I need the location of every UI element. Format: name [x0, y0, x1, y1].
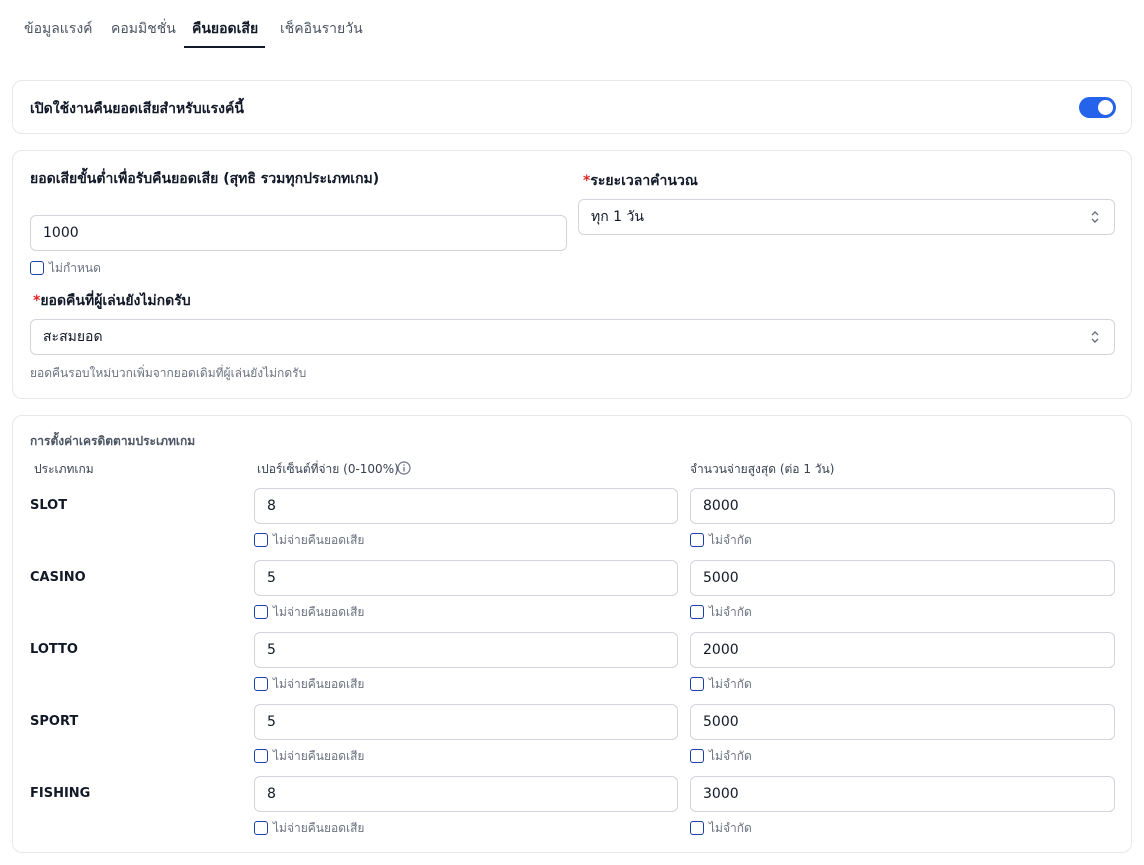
game-type-name: SPORT	[30, 714, 79, 729]
no-pay-label: ไม่จ่ายคืนยอดเสีย	[273, 821, 365, 835]
period-select-value: ทุก 1 วัน	[591, 209, 644, 225]
min-loss-input[interactable]: 1000	[30, 215, 567, 251]
tab-bar: ข้อมูลแรงค์ คอมมิชชั่น คืนยอดเสีย เช็คอิ…	[0, 0, 1144, 49]
no-limit-checkbox[interactable]	[690, 533, 704, 547]
no-pay-checkbox[interactable]	[254, 605, 268, 619]
no-pay-label: ไม่จ่ายคืนยอดเสีย	[273, 533, 365, 547]
tab-cashback[interactable]: คืนยอดเสีย	[192, 18, 258, 40]
no-pay-checkbox[interactable]	[254, 821, 268, 835]
chevron-up-down-icon	[1091, 211, 1099, 223]
no-limit-checkbox[interactable]	[690, 677, 704, 691]
percent-input[interactable]: 5	[254, 560, 678, 596]
percent-input[interactable]: 5	[254, 704, 678, 740]
tab-daily-checkin[interactable]: เช็คอินรายวัน	[280, 18, 363, 40]
unclaimed-select-value: สะสมยอด	[43, 329, 103, 345]
max-payout-input[interactable]: 5000	[690, 704, 1115, 740]
col-game-type-header: ประเภทเกม	[34, 462, 94, 476]
no-limit-label: ไม่จำกัด	[709, 533, 752, 547]
max-payout-input[interactable]: 3000	[690, 776, 1115, 812]
unclaimed-select[interactable]: สะสมยอด	[30, 319, 1115, 355]
no-limit-label: ไม่จำกัด	[709, 821, 752, 835]
enable-cashback-toggle[interactable]	[1079, 97, 1116, 118]
min-loss-unlimited-label: ไม่กำหนด	[49, 261, 101, 275]
no-limit-checkbox[interactable]	[690, 749, 704, 763]
info-icon[interactable]	[397, 461, 411, 475]
no-pay-label: ไม่จ่ายคืนยอดเสีย	[273, 605, 365, 619]
period-select[interactable]: ทุก 1 วัน	[578, 199, 1115, 235]
max-payout-input[interactable]: 8000	[690, 488, 1115, 524]
no-pay-checkbox[interactable]	[254, 749, 268, 763]
no-pay-label: ไม่จ่ายคืนยอดเสีย	[273, 677, 365, 691]
min-loss-unlimited-checkbox[interactable]	[30, 261, 44, 275]
active-tab-indicator	[184, 46, 265, 48]
game-type-name: LOTTO	[30, 642, 78, 657]
no-limit-label: ไม่จำกัด	[709, 605, 752, 619]
tab-rank-info[interactable]: ข้อมูลแรงค์	[24, 18, 93, 40]
no-limit-checkbox[interactable]	[690, 821, 704, 835]
game-type-name: FISHING	[30, 786, 91, 801]
enable-cashback-label: เปิดใช้งานคืนยอดเสียสำหรับแรงค์นี้	[30, 101, 244, 117]
col-max-header: จำนวนจ่ายสูงสุด (ต่อ 1 วัน)	[690, 462, 835, 476]
chevron-up-down-icon	[1091, 331, 1099, 343]
max-payout-input[interactable]: 5000	[690, 560, 1115, 596]
credit-section-title: การตั้งค่าเครดิตตามประเภทเกม	[30, 434, 196, 448]
col-percent-header: เปอร์เซ็นต์ที่จ่าย (0-100%)	[257, 462, 399, 476]
no-limit-label: ไม่จำกัด	[709, 749, 752, 763]
no-limit-checkbox[interactable]	[690, 605, 704, 619]
toggle-knob	[1098, 100, 1113, 115]
no-pay-checkbox[interactable]	[254, 677, 268, 691]
max-payout-input[interactable]: 2000	[690, 632, 1115, 668]
percent-input[interactable]: 8	[254, 776, 678, 812]
percent-input[interactable]: 5	[254, 632, 678, 668]
unclaimed-help-text: ยอดคืนรอบใหม่บวกเพิ่มจากยอดเดิมที่ผู้เล่…	[30, 366, 307, 380]
game-type-name: SLOT	[30, 498, 68, 513]
min-loss-label: ยอดเสียขั้นต่ำเพื่อรับคืนยอดเสีย (สุทธิ …	[30, 171, 380, 187]
period-label: *ระยะเวลาคำนวณ	[583, 173, 698, 189]
cashback-settings-card: ยอดเสียขั้นต่ำเพื่อรับคืนยอดเสีย (สุทธิ …	[12, 150, 1132, 399]
no-pay-checkbox[interactable]	[254, 533, 268, 547]
game-type-name: CASINO	[30, 570, 86, 585]
tab-commission[interactable]: คอมมิชชั่น	[111, 18, 176, 40]
percent-input[interactable]: 8	[254, 488, 678, 524]
no-pay-label: ไม่จ่ายคืนยอดเสีย	[273, 749, 365, 763]
credit-settings-card: การตั้งค่าเครดิตตามประเภทเกม ประเภทเกม เ…	[12, 415, 1132, 853]
no-limit-label: ไม่จำกัด	[709, 677, 752, 691]
unclaimed-label: *ยอดคืนที่ผู้เล่นยังไม่กดรับ	[33, 293, 191, 309]
enable-cashback-card: เปิดใช้งานคืนยอดเสียสำหรับแรงค์นี้	[12, 80, 1132, 134]
